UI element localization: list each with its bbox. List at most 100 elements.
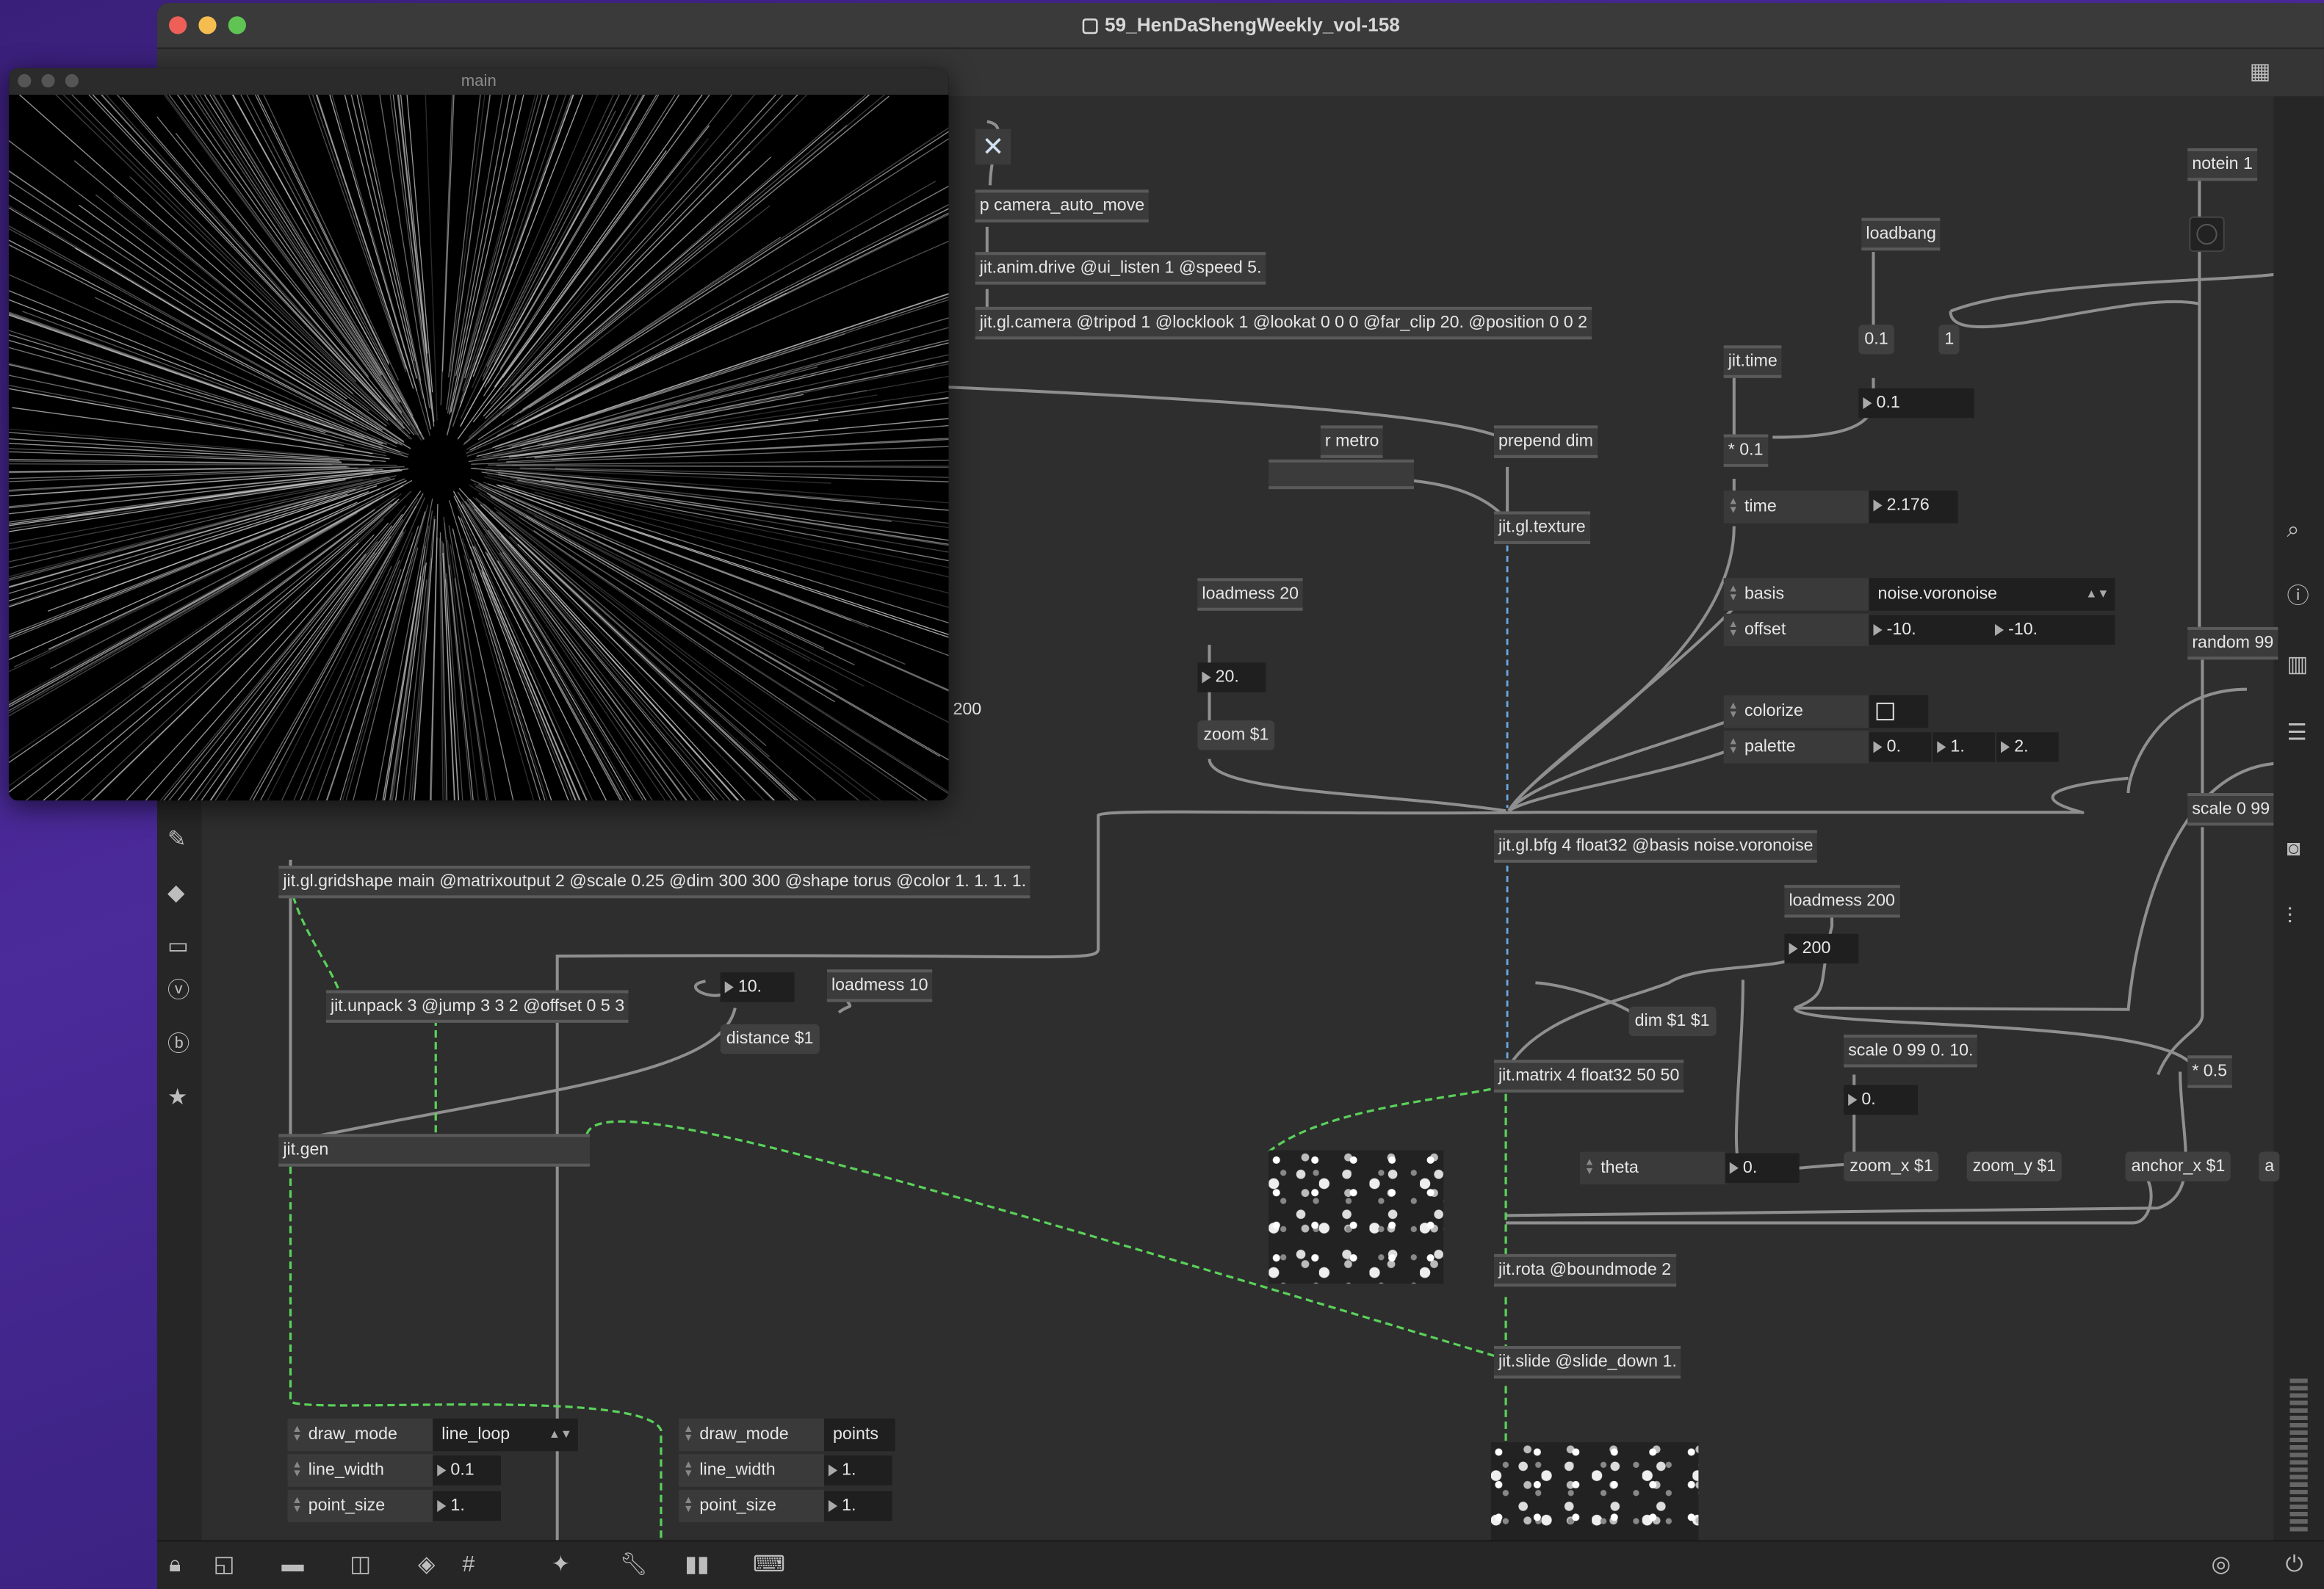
obj-r-metro[interactable]: r metro: [1320, 425, 1384, 458]
obj-jit-rota[interactable]: jit.rota @boundmode 2: [1493, 1253, 1676, 1287]
obj-jit-gl-texture[interactable]: jit.gl.texture: [1493, 511, 1590, 544]
attr-basis-menu[interactable]: noise.voronoise ▲▼: [1869, 578, 2115, 611]
attr-line-width-b-value[interactable]: 1.: [823, 1455, 892, 1485]
close-window-button[interactable]: [18, 73, 32, 88]
close-x-icon[interactable]: ✕: [975, 129, 1011, 165]
obj-camera-auto-move[interactable]: p camera_auto_move: [975, 189, 1150, 222]
lock-icon[interactable]: 🔒︎: [169, 1553, 181, 1577]
mixer-sliders-icon[interactable]: ⫶: [2287, 905, 2292, 929]
piano-keys-icon[interactable]: ▮▮: [685, 1553, 709, 1577]
attr-palette-value-2[interactable]: 1.: [1933, 732, 1995, 762]
attr-basis-name: basis: [1744, 585, 1785, 604]
number-10[interactable]: 10.: [720, 972, 795, 1002]
attrui-theta[interactable]: ▲ ▼ theta 0.: [1579, 1151, 1800, 1184]
attr-point-size-b-value[interactable]: 1.: [823, 1491, 892, 1521]
obj-loadmess-20[interactable]: loadmess 20: [1197, 578, 1304, 611]
msg-zoom-y[interactable]: zoom_y $1: [1966, 1151, 2063, 1181]
obj-jit-slide[interactable]: jit.slide @slide_down 1.: [1493, 1345, 1681, 1379]
presentation-icon[interactable]: ◱: [214, 1553, 235, 1577]
beap-icon[interactable]: ⓑ: [167, 1032, 190, 1057]
bang-button[interactable]: [2189, 216, 2225, 253]
power-icon[interactable]: ⏻: [2285, 1553, 2303, 1577]
obj-loadmess-200[interactable]: loadmess 200: [1784, 885, 1900, 918]
number-200[interactable]: 200: [1784, 933, 1859, 964]
msg-anchor-cut[interactable]: a: [2259, 1151, 2280, 1181]
minimize-window-button[interactable]: [41, 73, 55, 88]
vizzie-icon[interactable]: ⓥ: [167, 979, 190, 1003]
number-0-1[interactable]: 0.1: [1858, 388, 1974, 419]
attr-draw-mode-a-name: draw_mode: [308, 1425, 397, 1444]
obj-jit-gl-camera[interactable]: jit.gl.camera @tripod 1 @locklook 1 @loo…: [975, 306, 1592, 340]
plug-icon[interactable]: ◆: [167, 881, 184, 905]
obj-random[interactable]: random 99: [2187, 626, 2278, 660]
obj-jit-matrix[interactable]: jit.matrix 4 float32 50 50: [1493, 1060, 1684, 1093]
attrui-time[interactable]: ▲ ▼ time 2.176: [1723, 491, 1976, 524]
grid-icon[interactable]: ▦: [2250, 60, 2271, 84]
comment-icon[interactable]: ▬: [281, 1553, 303, 1577]
attrui-line-width-b[interactable]: ▲ ▼ line_width 1.: [679, 1454, 901, 1487]
grid-snap-icon[interactable]: #: [463, 1553, 475, 1577]
cpu-dial-icon[interactable]: ◎: [2212, 1553, 2231, 1577]
msg-distance[interactable]: distance $1: [720, 1024, 820, 1054]
obj-loadbang[interactable]: loadbang: [1861, 217, 1941, 251]
list-icon[interactable]: ☰: [2287, 721, 2306, 745]
attr-palette-value-3[interactable]: 2.: [1996, 732, 2059, 762]
obj-jit-gen[interactable]: jit.gen: [278, 1134, 591, 1167]
msg-anchor-x[interactable]: anchor_x $1: [2125, 1151, 2231, 1181]
zoom-window-button[interactable]: [65, 73, 79, 88]
msg-0-1[interactable]: 0.1: [1858, 325, 1894, 355]
attr-palette-value-1[interactable]: 0.: [1869, 732, 1932, 762]
obj-mul-0-5[interactable]: * 0.5: [2187, 1055, 2232, 1088]
attr-time-value[interactable]: 2.176: [1869, 491, 1958, 524]
layers-icon[interactable]: ◫: [350, 1553, 371, 1577]
msg-zoom-x[interactable]: zoom_x $1: [1844, 1151, 1939, 1181]
attrui-draw-mode-b[interactable]: ▲ ▼ draw_mode points: [679, 1418, 901, 1452]
hide-icon[interactable]: ◈: [418, 1553, 435, 1577]
attrui-colorize[interactable]: ▲ ▼ colorize: [1723, 695, 1931, 728]
msg-zoom[interactable]: zoom $1: [1197, 720, 1275, 750]
reference-book-icon[interactable]: ▥: [2287, 653, 2308, 677]
attr-point-size-a-value[interactable]: 1.: [433, 1491, 502, 1521]
obj-prepend-dim[interactable]: prepend dim: [1493, 425, 1598, 458]
msg-1[interactable]: 1: [1938, 325, 1960, 355]
attr-line-width-a-value[interactable]: 0.1: [433, 1455, 502, 1485]
attrui-point-size-b[interactable]: ▲ ▼ point_size 1.: [679, 1489, 901, 1523]
attrui-palette[interactable]: ▲ ▼ palette 0. 1. 2.: [1723, 731, 2079, 764]
debug-icon[interactable]: ✦: [552, 1553, 570, 1577]
number-0[interactable]: 0.: [1844, 1085, 1919, 1115]
search-icon[interactable]: ⌕: [2287, 518, 2299, 543]
attr-offset-value-2[interactable]: -10.: [1990, 615, 2115, 645]
render-window-main[interactable]: main: [9, 68, 949, 801]
attr-theta-value[interactable]: 0.: [1725, 1153, 1800, 1183]
obj-mul-0-1[interactable]: * 0.1: [1723, 434, 1768, 467]
attrui-offset[interactable]: ▲ ▼ offset -10. -10.: [1723, 613, 2115, 647]
attrui-basis[interactable]: ▲ ▼ basis noise.voronoise ▲▼: [1723, 578, 2115, 611]
obj-jit-anim-drive[interactable]: jit.anim.drive @ui_listen 1 @speed 5.: [975, 252, 1266, 285]
obj-scale-0-99-0-10[interactable]: scale 0 99 0. 10.: [1844, 1035, 1978, 1068]
wrench-icon[interactable]: 🔧︎: [619, 1553, 647, 1577]
attrui-point-size-a[interactable]: ▲ ▼ point_size 1.: [287, 1489, 510, 1523]
snapshot-camera-icon[interactable]: ◙: [2287, 837, 2300, 861]
obj-loadmess-10[interactable]: loadmess 10: [826, 969, 933, 1002]
obj-jit-time[interactable]: jit.time: [1723, 345, 1782, 378]
msg-dim[interactable]: dim $1 $1: [1628, 1006, 1716, 1037]
keyboard-icon[interactable]: ⌨: [753, 1553, 785, 1577]
number-20[interactable]: 20.: [1197, 662, 1266, 692]
attr-colorize-toggle[interactable]: [1869, 695, 1929, 728]
connector-icon[interactable]: ▭: [167, 935, 189, 959]
obj-notein[interactable]: notein 1: [2187, 148, 2257, 181]
obj-jit-unpack[interactable]: jit.unpack 3 @jump 3 3 2 @offset 0 5 3: [325, 990, 629, 1023]
attrui-line-width-a[interactable]: ▲ ▼ line_width 0.1: [287, 1454, 510, 1487]
obj-jit-gl-gridshape[interactable]: jit.gl.gridshape main @matrixoutput 2 @s…: [278, 865, 1031, 899]
obj-jit-gl-bfg[interactable]: jit.gl.bfg 4 float32 @basis noise.vorono…: [1493, 830, 1818, 863]
attr-draw-mode-b-menu[interactable]: points: [823, 1418, 895, 1452]
metro-toggle-slider[interactable]: [1269, 459, 1414, 490]
attr-draw-mode-a-menu[interactable]: line_loop ▲▼: [433, 1418, 578, 1452]
info-icon[interactable]: ⓘ: [2287, 584, 2309, 609]
obj-scale-0-99[interactable]: scale 0 99: [2187, 793, 2275, 826]
favorites-star-icon[interactable]: ★: [167, 1086, 187, 1110]
render-window-title: main: [461, 72, 497, 91]
attrui-draw-mode-a[interactable]: ▲ ▼ draw_mode line_loop ▲▼: [287, 1418, 578, 1452]
paperclip-icon[interactable]: ✎: [167, 828, 186, 852]
attr-offset-value-1[interactable]: -10.: [1869, 615, 1991, 645]
